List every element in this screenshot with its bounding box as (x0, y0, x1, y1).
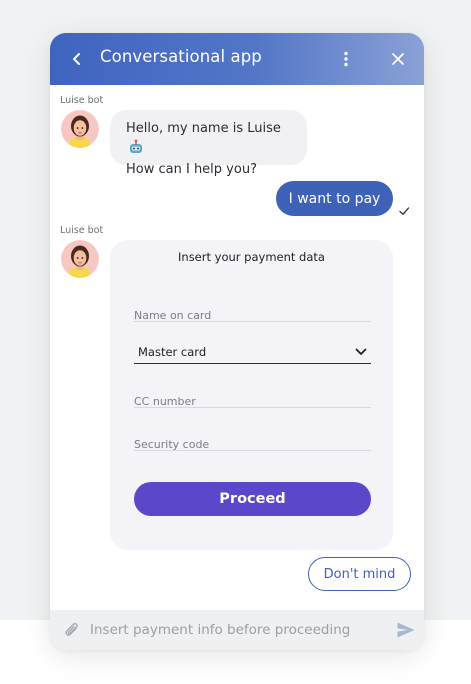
robot-icon (130, 139, 142, 153)
security-code-field[interactable] (134, 433, 371, 451)
user-message-bubble: I want to pay (276, 181, 393, 216)
chat-header: Conversational app (50, 33, 424, 85)
chat-widget: Conversational app Luise bot Hello, my n… (50, 33, 424, 650)
name-on-card-field[interactable] (134, 304, 371, 322)
cc-number-field[interactable] (134, 390, 371, 408)
payment-form-title: Insert your payment data (178, 250, 325, 264)
dont-mind-button[interactable]: Don't mind (308, 557, 411, 591)
checkmark-icon (399, 207, 410, 215)
send-icon (397, 622, 415, 638)
attach-button[interactable] (61, 619, 83, 641)
bot-avatar (61, 110, 99, 148)
name-on-card-input[interactable] (134, 309, 371, 322)
payment-form-card: Insert your payment data Master card Pro… (110, 240, 393, 550)
paperclip-icon (65, 622, 78, 636)
send-button[interactable] (394, 619, 418, 641)
message-composer (50, 610, 424, 650)
close-button[interactable] (386, 47, 410, 71)
close-icon (392, 53, 404, 65)
bot-message-line: How can I help you? (126, 162, 257, 177)
cc-number-input[interactable] (134, 395, 371, 408)
more-options-button[interactable] (334, 47, 358, 71)
bot-sender-label: Luise bot (60, 95, 104, 106)
bot-avatar (61, 240, 99, 278)
card-type-value: Master card (138, 344, 207, 359)
bot-message-bubble: Hello, my name is Luise How can I help y… (110, 110, 307, 177)
bot-message-line: Hello, my name is Luise (126, 119, 291, 160)
more-vertical-icon (344, 51, 348, 67)
proceed-button[interactable]: Proceed (134, 482, 371, 516)
card-type-select[interactable]: Master card (134, 340, 371, 364)
chevron-left-icon (73, 53, 80, 65)
security-code-input[interactable] (134, 438, 371, 451)
message-input[interactable] (90, 618, 380, 642)
chat-title: Conversational app (100, 47, 262, 66)
chevron-down-icon (355, 348, 367, 355)
bot-sender-label: Luise bot (60, 225, 104, 236)
back-button[interactable] (65, 47, 89, 71)
